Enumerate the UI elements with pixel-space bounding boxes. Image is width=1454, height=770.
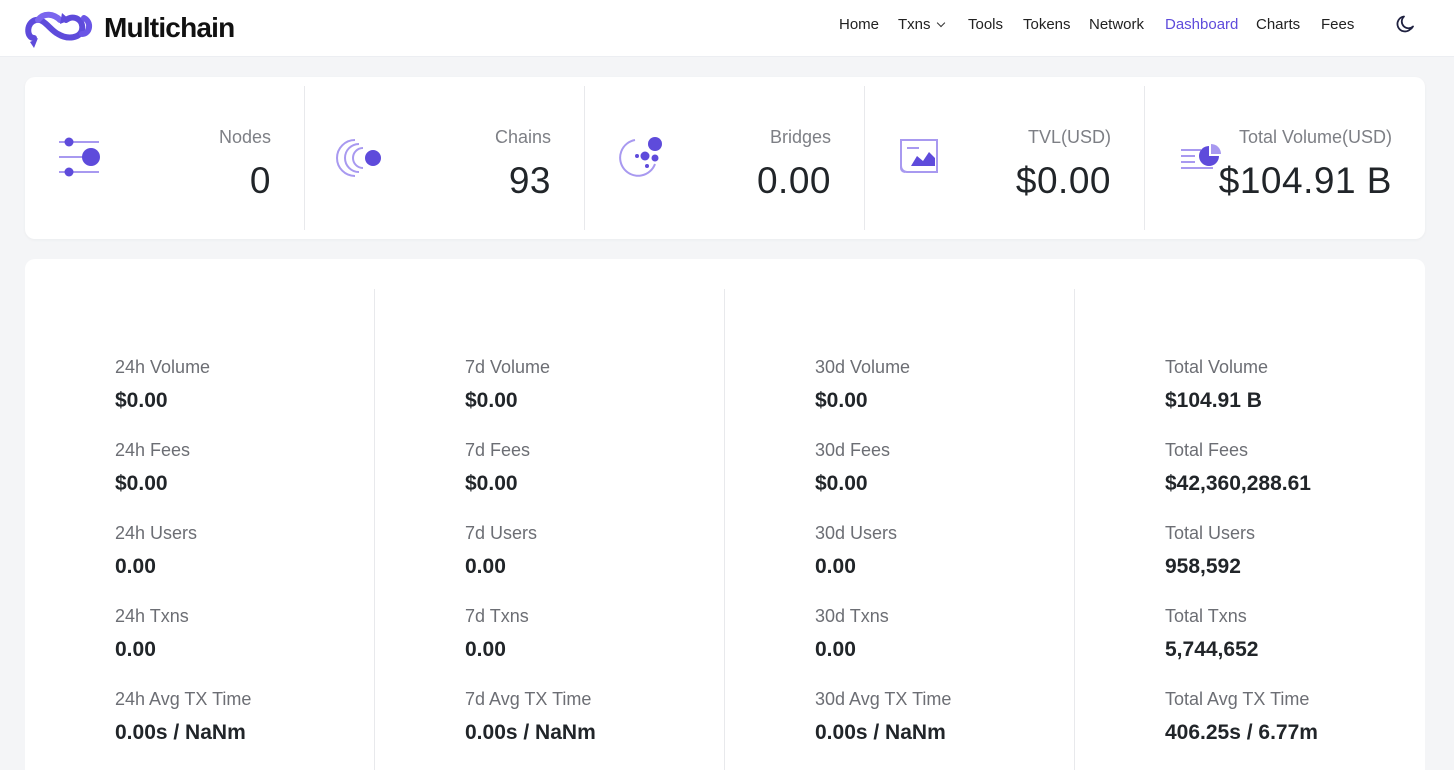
stat-bridges: Bridges 0.00 xyxy=(585,86,865,230)
nav-fees[interactable]: Fees xyxy=(1321,16,1354,33)
metric-item: 7d Volume $0.00 xyxy=(465,356,550,413)
metric-value: 5,744,652 xyxy=(1165,638,1259,661)
top-navbar: Multichain Home Txns Tools Tokens Networ… xyxy=(0,0,1454,57)
metric-label: 24h Txns xyxy=(115,606,189,626)
metric-value: 0.00s / NaNm xyxy=(115,721,246,744)
metric-item: Total Volume $104.91 B xyxy=(1165,356,1268,413)
nav-tools[interactable]: Tools xyxy=(968,16,1003,33)
metric-label: 24h Fees xyxy=(115,440,191,460)
metric-item: Total Fees $42,360,288.61 xyxy=(1165,439,1311,496)
metric-value: 0.00 xyxy=(815,638,856,661)
metric-value: 0.00 xyxy=(115,638,156,661)
metric-label: 7d Txns xyxy=(465,606,529,626)
nav-txns-label: Txns xyxy=(898,16,931,33)
stats-overview-card: Nodes 0 Chains 93 Bridges 0.00 TVL(USD) … xyxy=(25,77,1425,239)
metric-label: 7d Avg TX Time xyxy=(465,689,592,709)
metrics-column-7d: 7d Volume $0.00 7d Fees $0.00 7d Users 0.00… xyxy=(375,289,725,770)
metric-label: 30d Avg TX Time xyxy=(815,689,952,709)
metric-value: 0.00 xyxy=(815,555,856,578)
nav-network[interactable]: Network xyxy=(1089,16,1144,33)
metric-item: 24h Avg TX Time 0.00s / NaNm xyxy=(115,688,251,745)
metric-value: $0.00 xyxy=(815,389,868,412)
stat-total-volume: Total Volume(USD) $104.91 B xyxy=(1145,86,1425,230)
metric-value: 0.00 xyxy=(115,555,156,578)
metric-item: 24h Volume $0.00 xyxy=(115,356,210,413)
metric-item: 24h Users 0.00 xyxy=(115,522,197,579)
metric-value: 958,592 xyxy=(1165,555,1241,578)
metric-value: 0.00s / NaNm xyxy=(465,721,596,744)
metric-label: Total Fees xyxy=(1165,440,1249,460)
metric-label: 7d Fees xyxy=(465,440,531,460)
metric-item: 30d Users 0.00 xyxy=(815,522,897,579)
metric-label: 7d Users xyxy=(465,523,538,543)
stat-value: $104.91 B xyxy=(1218,160,1392,201)
metric-item: 30d Fees $0.00 xyxy=(815,439,890,496)
metric-item: 7d Fees $0.00 xyxy=(465,439,530,496)
metric-label: 30d Users xyxy=(815,523,898,543)
metrics-column-total: Total Volume $104.91 B Total Fees $42,360,… xyxy=(1075,289,1425,770)
stat-chains: Chains 93 xyxy=(305,86,585,230)
metric-item: 24h Fees $0.00 xyxy=(115,439,190,496)
metric-label: Total Avg TX Time xyxy=(1165,689,1310,709)
metric-value: $0.00 xyxy=(115,472,168,495)
metric-label: 30d Fees xyxy=(815,440,891,460)
chains-icon xyxy=(336,139,381,177)
stat-value: 0.00 xyxy=(756,160,831,201)
nav-charts[interactable]: Charts xyxy=(1256,16,1300,33)
bridges-icon xyxy=(619,137,662,177)
metric-label: 24h Volume xyxy=(115,357,211,377)
stat-label: Total Volume(USD) xyxy=(1238,127,1392,147)
metric-value: 406.25s / 6.77m xyxy=(1165,721,1318,744)
stat-label: Nodes xyxy=(218,127,271,147)
metric-value: $0.00 xyxy=(115,389,168,412)
metrics-card: 24h Volume $0.00 24h Fees $0.00 24h Users 0… xyxy=(25,259,1425,770)
stat-value: $0.00 xyxy=(1015,160,1111,201)
metric-label: 7d Volume xyxy=(465,357,551,377)
stat-value: 0 xyxy=(249,160,271,201)
metric-item: Total Avg TX Time 406.25s / 6.77m xyxy=(1165,688,1318,745)
tvl-icon xyxy=(900,139,938,173)
chevron-down-icon xyxy=(936,18,945,28)
metric-label: 30d Volume xyxy=(815,357,911,377)
metric-value: 0.00 xyxy=(465,638,506,661)
metric-item: 30d Volume $0.00 xyxy=(815,356,910,413)
metric-item: Total Users 958,592 xyxy=(1165,522,1255,579)
metric-value: $42,360,288.61 xyxy=(1165,472,1311,495)
total-volume-icon xyxy=(1181,144,1221,169)
nav-dashboard[interactable]: Dashboard xyxy=(1165,16,1238,33)
metric-item: 7d Txns 0.00 xyxy=(465,605,529,662)
stat-nodes: Nodes 0 xyxy=(25,86,305,230)
metric-label: Total Users xyxy=(1165,523,1256,543)
metric-label: Total Volume xyxy=(1165,357,1269,377)
metric-value: $0.00 xyxy=(465,389,518,412)
metrics-column-30d: 30d Volume $0.00 30d Fees $0.00 30d Users 0… xyxy=(725,289,1075,770)
moon-icon[interactable] xyxy=(1396,14,1416,34)
metric-label: 24h Users xyxy=(115,523,198,543)
main-nav: Home Txns Tools Tokens Network Dashboard… xyxy=(0,0,1454,50)
metric-value: 0.00s / NaNm xyxy=(815,721,946,744)
nodes-icon xyxy=(59,137,100,177)
stat-value: 93 xyxy=(508,160,551,201)
nav-tokens[interactable]: Tokens xyxy=(1023,16,1071,33)
metrics-column-24h: 24h Volume $0.00 24h Fees $0.00 24h Users 0… xyxy=(25,289,375,770)
metric-label: 24h Avg TX Time xyxy=(115,689,252,709)
metric-item: 30d Avg TX Time 0.00s / NaNm xyxy=(815,688,951,745)
stat-label: Chains xyxy=(494,127,551,147)
metric-value: 0.00 xyxy=(465,555,506,578)
metric-item: 7d Avg TX Time 0.00s / NaNm xyxy=(465,688,596,745)
nav-home[interactable]: Home xyxy=(839,16,879,33)
metric-value: $104.91 B xyxy=(1165,389,1262,412)
stat-label: TVL(USD) xyxy=(1027,127,1111,147)
metric-label: Total Txns xyxy=(1165,606,1247,626)
stat-label: Bridges xyxy=(769,127,831,147)
metric-label: 30d Txns xyxy=(815,606,889,626)
metric-value: $0.00 xyxy=(465,472,518,495)
metric-value: $0.00 xyxy=(815,472,868,495)
stat-tvl: TVL(USD) $0.00 xyxy=(865,86,1145,230)
metric-item: 7d Users 0.00 xyxy=(465,522,537,579)
metric-item: 30d Txns 0.00 xyxy=(815,605,889,662)
metric-item: 24h Txns 0.00 xyxy=(115,605,189,662)
metric-item: Total Txns 5,744,652 xyxy=(1165,605,1258,662)
nav-txns[interactable]: Txns xyxy=(898,16,945,33)
